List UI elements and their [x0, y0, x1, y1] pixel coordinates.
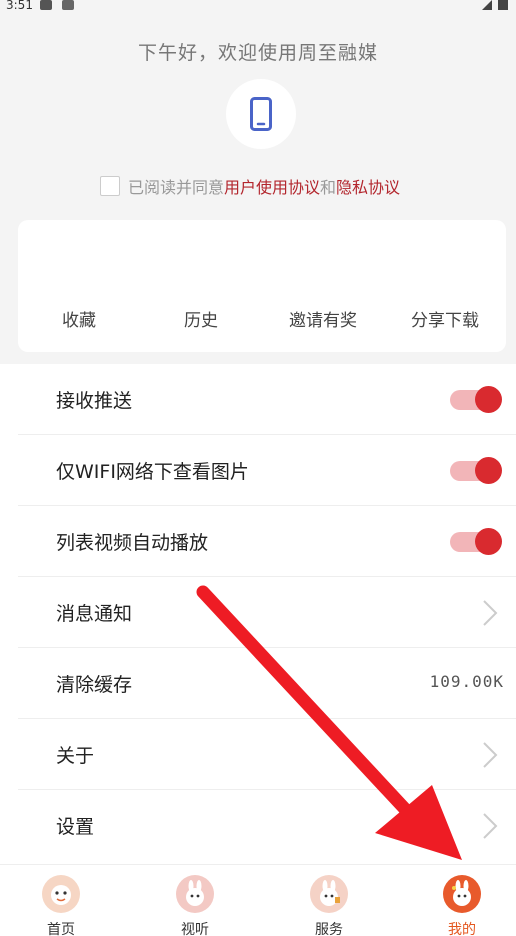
autoplay-toggle[interactable]: [450, 528, 502, 555]
quick-invite[interactable]: 邀请有奖: [262, 306, 384, 331]
mine-mascot-icon: [443, 875, 481, 913]
user-agreement-link[interactable]: 用户使用协议: [224, 174, 320, 198]
quick-favorites[interactable]: 收藏: [18, 306, 140, 331]
push-toggle[interactable]: [450, 386, 502, 413]
row-push: 接收推送: [18, 364, 516, 435]
tab-mine-label: 我的: [448, 922, 476, 936]
wifi-images-toggle[interactable]: [450, 457, 502, 484]
row-wifi-images: 仅WIFI网络下查看图片: [18, 435, 516, 506]
push-label: 接收推送: [56, 390, 133, 412]
settings-list: 接收推送 仅WIFI网络下查看图片 列表视频自动播放 消息通知 清除缓存 109…: [0, 364, 516, 864]
quick-history[interactable]: 历史: [140, 306, 262, 331]
row-settings[interactable]: 设置: [18, 790, 516, 861]
tab-home-label: 首页: [47, 922, 75, 936]
row-clear-cache[interactable]: 清除缓存 109.00K: [18, 648, 516, 719]
row-about[interactable]: 关于: [18, 719, 516, 790]
tab-mine[interactable]: 我的: [422, 875, 502, 936]
greeting-text: 下午好，欢迎使用周至融媒: [137, 42, 378, 64]
row-notifications[interactable]: 消息通知: [18, 577, 516, 648]
agree-checkbox[interactable]: [100, 176, 120, 196]
wifi-images-label: 仅WIFI网络下查看图片: [56, 461, 249, 483]
signal-battery-icon: [482, 0, 508, 10]
clear-cache-label: 清除缓存: [56, 674, 133, 696]
phone-icon: [250, 97, 272, 131]
notifications-label: 消息通知: [56, 603, 133, 625]
home-mascot-icon: [42, 875, 80, 913]
tab-home[interactable]: 首页: [21, 875, 101, 936]
about-label: 关于: [56, 745, 95, 767]
cache-size-value: 109.00K: [429, 672, 504, 691]
media-mascot-icon: [176, 875, 214, 913]
services-mascot-icon: [310, 875, 348, 913]
status-bar: 3:51: [0, 0, 516, 14]
and-text: 和: [320, 178, 337, 197]
chevron-right-icon: [483, 742, 498, 768]
settings-label: 设置: [56, 816, 95, 838]
chevron-right-icon: [483, 600, 498, 626]
phone-login-button[interactable]: [226, 79, 296, 149]
quick-actions-card: 收藏 历史 邀请有奖 分享下载: [18, 220, 506, 352]
app-notification-icon: [62, 0, 74, 10]
tab-services[interactable]: 服务: [289, 875, 369, 936]
agreement-row: 已阅读并同意 用户使用协议 和 隐私协议: [100, 174, 400, 198]
tab-services-label: 服务: [315, 922, 343, 936]
agree-prefix-text: 已阅读并同意: [128, 178, 225, 197]
bottom-tab-bar: 首页 视听 服务 我的: [0, 864, 516, 936]
status-time: 3:51: [6, 0, 33, 12]
row-autoplay: 列表视频自动播放: [18, 506, 516, 577]
privacy-agreement-link[interactable]: 隐私协议: [336, 174, 400, 198]
quick-share-download[interactable]: 分享下载: [384, 306, 506, 331]
chevron-right-icon: [483, 813, 498, 839]
tab-media[interactable]: 视听: [155, 875, 235, 936]
autoplay-label: 列表视频自动播放: [56, 532, 209, 554]
notification-icon: [40, 0, 52, 10]
tab-media-label: 视听: [181, 922, 209, 936]
